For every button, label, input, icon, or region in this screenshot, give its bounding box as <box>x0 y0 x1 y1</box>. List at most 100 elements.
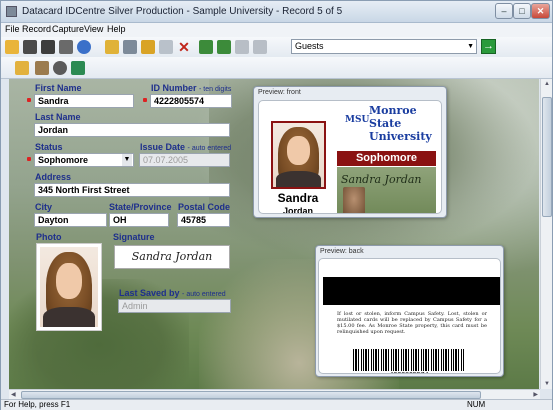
status-select[interactable]: Sophomore ▼ <box>34 153 134 167</box>
signature-image[interactable]: Sandra Jordan <box>114 245 230 269</box>
card-tint-area: Sandra Jordan 4222805574 <box>337 167 436 213</box>
window-title: Datacard IDCentre Silver Production - Sa… <box>22 6 343 17</box>
status-label: Status <box>35 142 63 152</box>
horizontal-scrollbar[interactable]: ◀ ▶ <box>9 389 540 399</box>
card-signature: Sandra Jordan <box>341 173 422 186</box>
city-field[interactable]: Dayton <box>34 213 107 227</box>
portrait-face <box>56 263 82 299</box>
menu-capture[interactable]: Capture <box>52 24 84 34</box>
issue-date-hint: - auto entered <box>187 145 232 152</box>
vertical-scrollbar[interactable]: ▲ ▼ <box>540 79 552 389</box>
last-name-label: Last Name <box>35 112 81 122</box>
scroll-right-icon[interactable]: ▶ <box>533 391 538 398</box>
status-select-value: Sophomore <box>38 155 89 165</box>
university-line-3: University <box>369 130 432 143</box>
first-record-icon[interactable] <box>199 40 213 54</box>
template-icon[interactable] <box>15 61 29 75</box>
card-back: If lost or stolen, inform Campus Safety.… <box>318 258 501 374</box>
magnetic-stripe <box>323 277 500 305</box>
scroll-left-icon[interactable]: ◀ <box>11 391 16 398</box>
menu-record[interactable]: Record <box>22 24 51 34</box>
save-icon[interactable] <box>159 40 173 54</box>
postal-code-label: Postal Code <box>178 202 231 212</box>
id-number-label: ID Number - ten digits <box>151 83 231 93</box>
print-icon[interactable] <box>141 40 155 54</box>
city-label: City <box>35 202 53 212</box>
photo-label: Photo <box>36 232 62 242</box>
portrait-shirt <box>275 171 322 187</box>
menu-help[interactable]: Help <box>107 24 126 34</box>
app-icon <box>6 6 17 17</box>
maximize-button[interactable]: □ <box>513 3 531 19</box>
menu-bar: File Record Capture View Help <box>1 23 552 37</box>
preview-front-title: Preview: front <box>258 89 301 96</box>
preview-back-panel: Preview: back If lost or stolen, inform … <box>315 245 504 377</box>
chevron-down-icon: ▼ <box>467 43 474 50</box>
wrench-icon[interactable] <box>105 40 119 54</box>
close-button[interactable]: ✕ <box>531 3 550 19</box>
menu-file[interactable]: File <box>5 24 20 34</box>
delete-icon[interactable]: ✕ <box>177 40 191 54</box>
print-preview-icon[interactable] <box>123 40 137 54</box>
barcode-number: 4222805574 <box>353 372 465 373</box>
group-select[interactable]: Guests ▼ <box>291 39 477 54</box>
university-line-1: Monroe <box>369 104 417 117</box>
last-saved-field: Admin <box>118 299 231 313</box>
scroll-down-icon[interactable]: ▼ <box>544 381 550 387</box>
vertical-scroll-thumb[interactable] <box>542 97 552 217</box>
required-marker <box>143 98 147 102</box>
portrait-shirt <box>42 307 96 327</box>
card-last-name: Jordan <box>282 206 313 214</box>
card-first-name: Sandra <box>277 191 319 205</box>
preview-back-title: Preview: back <box>320 248 364 255</box>
previous-record-icon[interactable] <box>217 40 231 54</box>
last-name-field[interactable]: Jordan <box>34 123 230 137</box>
first-name-field[interactable]: Sandra <box>34 94 134 108</box>
record-icon[interactable] <box>53 61 67 75</box>
chevron-down-icon: ▼ <box>122 154 132 166</box>
class-year-banner: Sophomore <box>337 151 436 166</box>
new-record-icon[interactable] <box>5 40 19 54</box>
next-record-icon[interactable] <box>235 40 249 54</box>
edit-icon[interactable] <box>35 61 49 75</box>
state-field[interactable]: OH <box>109 213 169 227</box>
required-marker <box>27 98 31 102</box>
scroll-up-icon[interactable]: ▲ <box>544 81 550 87</box>
portrait-face <box>287 135 310 165</box>
issue-date-field: 07.07.2005 <box>139 153 230 167</box>
help-icon[interactable] <box>77 40 91 54</box>
card-ghost-photo <box>343 187 365 213</box>
photo-image[interactable] <box>36 243 102 331</box>
barcode <box>353 349 465 371</box>
horizontal-scroll-thumb[interactable] <box>21 391 481 399</box>
group-select-value: Guests <box>295 41 324 51</box>
msu-logo: MSU <box>345 115 370 125</box>
title-bar[interactable]: Datacard IDCentre Silver Production - Sa… <box>1 1 552 23</box>
tag-icon[interactable] <box>71 61 85 75</box>
preview-front-panel: Preview: front MSU Monroe State Universi… <box>253 86 447 218</box>
secondary-toolbar <box>1 57 552 79</box>
menu-view[interactable]: View <box>84 24 103 34</box>
camera-icon[interactable] <box>59 40 73 54</box>
record-form-area: First Name Sandra ID Number - ten digits… <box>9 79 539 389</box>
id-number-label-text: ID Number <box>151 83 197 93</box>
signature-label: Signature <box>113 232 155 242</box>
card-id-number: 4222805574 <box>386 212 431 213</box>
id-number-hint: - ten digits <box>199 86 232 93</box>
go-button[interactable]: → <box>481 39 496 54</box>
card-photo <box>271 121 326 189</box>
last-record-icon[interactable] <box>253 40 267 54</box>
address-label: Address <box>35 172 72 182</box>
state-label: State/Province <box>109 202 172 212</box>
capture-icon[interactable] <box>41 40 55 54</box>
last-saved-hint: - auto entered <box>182 291 226 298</box>
postal-code-field[interactable]: 45785 <box>177 213 230 227</box>
num-lock-indicator: NUM <box>467 400 486 409</box>
open-icon[interactable] <box>23 40 37 54</box>
card-front: MSU Monroe State University Sophomore Sa… <box>258 100 442 214</box>
minimize-button[interactable]: – <box>495 3 513 19</box>
portrait <box>40 247 98 327</box>
address-field[interactable]: 345 North First Street <box>34 183 230 197</box>
issue-date-label-text: Issue Date <box>140 142 186 152</box>
id-number-field[interactable]: 4222805574 <box>150 94 232 108</box>
